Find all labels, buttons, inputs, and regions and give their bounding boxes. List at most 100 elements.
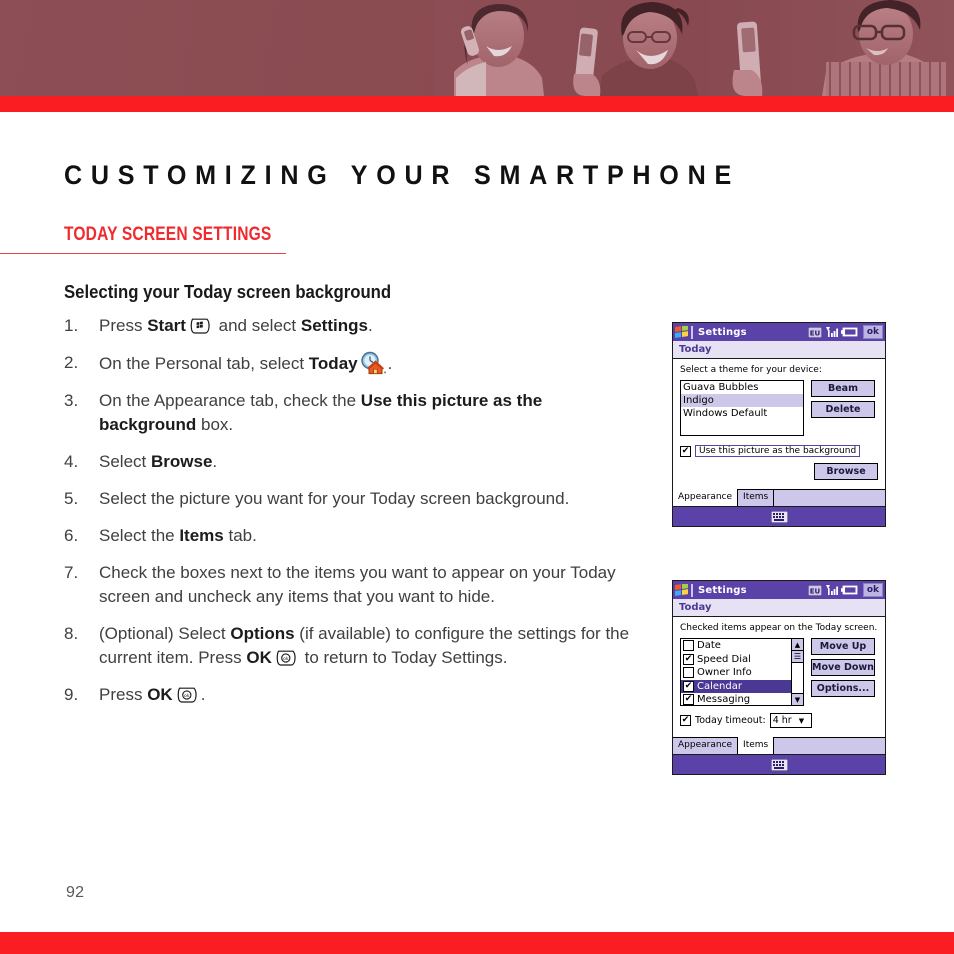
theme-list-item[interactable]: Guava Bubbles bbox=[681, 381, 803, 394]
step-text: On the Personal tab, select Today. bbox=[99, 351, 392, 375]
tab-appearance[interactable]: Appearance bbox=[673, 737, 739, 754]
today-item-checkbox[interactable]: ✔ bbox=[683, 680, 694, 692]
scroll-up-arrow[interactable]: ▲ bbox=[791, 639, 803, 651]
procedure-step: 1. Press Start and select Settings. bbox=[64, 314, 644, 338]
battery-icon[interactable] bbox=[840, 327, 858, 337]
beam-button[interactable]: Beam bbox=[811, 380, 875, 397]
header-red-bar bbox=[0, 96, 954, 112]
svg-text:ok: ok bbox=[283, 656, 289, 662]
windows-flag-icon bbox=[675, 325, 688, 338]
move-down-button[interactable]: Move Down bbox=[811, 659, 875, 676]
subheading: Selecting your Today screen background bbox=[64, 282, 392, 302]
today-timeout-dropdown[interactable]: 4 hr ▼ bbox=[769, 713, 812, 728]
today-timeout-row[interactable]: ✔ Today timeout: 4 hr ▼ bbox=[680, 713, 878, 728]
today-item-row[interactable]: Date bbox=[681, 639, 791, 653]
screenshot-today-items: Settings EU ok Today Checked items appea… bbox=[672, 580, 886, 775]
step-number: 9. bbox=[64, 685, 79, 704]
today-items-listbox[interactable]: Date ✔ Speed Dial Owner Info ✔ Calendar ✔ Messa… bbox=[680, 638, 804, 706]
step-text: Select Browse. bbox=[99, 452, 218, 471]
items-prompt: Checked items appear on the Today screen… bbox=[680, 623, 878, 633]
signal-strength-icon[interactable] bbox=[825, 326, 838, 338]
svg-text:ok: ok bbox=[184, 693, 190, 699]
header-banner bbox=[0, 0, 954, 96]
theme-list-item[interactable]: Indigo bbox=[681, 394, 803, 407]
options-button[interactable]: Options... bbox=[811, 680, 875, 697]
svg-text:EU: EU bbox=[810, 329, 821, 337]
procedure-step: 9. Press OK ok. bbox=[64, 683, 644, 707]
today-timeout-checkbox[interactable]: ✔ bbox=[680, 715, 691, 726]
battery-icon[interactable] bbox=[840, 585, 858, 595]
today-timeout-value: 4 hr bbox=[772, 715, 792, 726]
page-number: 92 bbox=[66, 884, 85, 901]
step-number: 7. bbox=[64, 563, 79, 582]
keyboard-icon[interactable] bbox=[770, 510, 788, 523]
section-heading-underline bbox=[0, 253, 286, 254]
move-up-button[interactable]: Move Up bbox=[811, 638, 875, 655]
titlebar-ok-button[interactable]: ok bbox=[862, 325, 883, 339]
today-item-row[interactable]: Owner Info bbox=[681, 666, 791, 680]
tab-items[interactable]: Items bbox=[738, 737, 775, 754]
step-number: 5. bbox=[64, 489, 79, 508]
procedure-step: 2. On the Personal tab, select Today. bbox=[64, 351, 644, 376]
use-picture-checkbox-row[interactable]: ✔ Use this picture as the background bbox=[680, 445, 878, 457]
step-number: 1. bbox=[64, 316, 79, 335]
today-item-label: Date bbox=[697, 640, 721, 652]
screenshot-today-appearance: Settings EU ok Today Select a theme for … bbox=[672, 322, 886, 527]
step-emphasis: OK bbox=[147, 685, 173, 704]
today-item-row[interactable]: ✔ Speed Dial bbox=[681, 653, 791, 667]
theme-action-buttons: Beam Delete bbox=[811, 380, 875, 418]
browse-button[interactable]: Browse bbox=[814, 463, 878, 480]
today-item-checkbox[interactable] bbox=[683, 640, 694, 652]
procedure-step: 7. Check the boxes next to the items you … bbox=[64, 561, 644, 609]
eu-indicator-icon[interactable]: EU bbox=[807, 584, 822, 596]
items-column: Date ✔ Speed Dial Owner Info ✔ Calendar ✔ Messa… bbox=[681, 639, 791, 705]
step-emphasis: Settings bbox=[300, 316, 368, 335]
today-item-checkbox[interactable] bbox=[683, 667, 694, 679]
theme-listbox[interactable]: Guava Bubbles Indigo Windows Default bbox=[680, 380, 804, 436]
procedure-steps-list: 1. Press Start and select Settings. 2. On t… bbox=[64, 314, 644, 707]
titlebar: Settings EU ok bbox=[673, 323, 885, 341]
theme-list-item[interactable]: Windows Default bbox=[681, 407, 803, 420]
page-subheader: Today bbox=[673, 599, 885, 617]
settings-body: Select a theme for your device: Guava Bu… bbox=[673, 359, 885, 480]
tab-appearance[interactable]: Appearance bbox=[673, 489, 739, 506]
step-emphasis: Today bbox=[308, 354, 358, 373]
use-picture-label: Use this picture as the background bbox=[695, 445, 861, 457]
step-text: Press OK ok. bbox=[99, 685, 206, 704]
signal-strength-icon[interactable] bbox=[825, 584, 838, 596]
windows-flag-icon bbox=[675, 583, 688, 596]
step-emphasis: OK bbox=[246, 648, 272, 667]
step-emphasis: Start bbox=[147, 316, 186, 335]
chevron-down-icon[interactable]: ▼ bbox=[799, 717, 804, 725]
scrollbar-thumb[interactable]: ☰ bbox=[791, 651, 803, 663]
today-item-row[interactable]: ✔ Calendar bbox=[681, 679, 791, 693]
today-item-checkbox[interactable]: ✔ bbox=[683, 694, 694, 705]
titlebar-divider bbox=[691, 583, 693, 597]
keyboard-icon[interactable] bbox=[770, 758, 788, 771]
start-key-icon bbox=[190, 318, 210, 334]
procedure-step: 6. Select the Items tab. bbox=[64, 524, 644, 548]
step-text: Check the boxes next to the items you wa… bbox=[99, 563, 616, 606]
body-content: Selecting your Today screen background 1… bbox=[64, 282, 644, 720]
scrollbar-track[interactable] bbox=[791, 663, 803, 693]
step-text: Select the Items tab. bbox=[99, 526, 257, 545]
titlebar-title: Settings bbox=[698, 326, 747, 338]
today-item-checkbox[interactable]: ✔ bbox=[683, 653, 694, 665]
procedure-step: 3. On the Appearance tab, check the Use t… bbox=[64, 389, 644, 437]
today-item-row[interactable]: ✔ Messaging bbox=[681, 693, 791, 705]
tab-items[interactable]: Items bbox=[738, 489, 775, 506]
scroll-down-arrow[interactable]: ▼ bbox=[791, 693, 803, 705]
soft-input-bar[interactable] bbox=[673, 754, 885, 774]
titlebar: Settings EU ok bbox=[673, 581, 885, 599]
step-emphasis: Browse bbox=[150, 452, 213, 471]
theme-prompt: Select a theme for your device: bbox=[680, 365, 822, 375]
soft-input-bar[interactable] bbox=[673, 506, 885, 526]
items-scrollbar[interactable]: ▲ ☰ ▼ bbox=[791, 639, 803, 705]
titlebar-ok-button[interactable]: ok bbox=[862, 583, 883, 597]
eu-indicator-icon[interactable]: EU bbox=[807, 326, 822, 338]
step-number: 8. bbox=[64, 624, 79, 643]
use-picture-checkbox[interactable]: ✔ bbox=[680, 445, 691, 457]
page-subheader-label: Today bbox=[679, 344, 712, 355]
delete-button[interactable]: Delete bbox=[811, 401, 875, 418]
procedure-step: 5. Select the picture you want for your T… bbox=[64, 487, 644, 511]
